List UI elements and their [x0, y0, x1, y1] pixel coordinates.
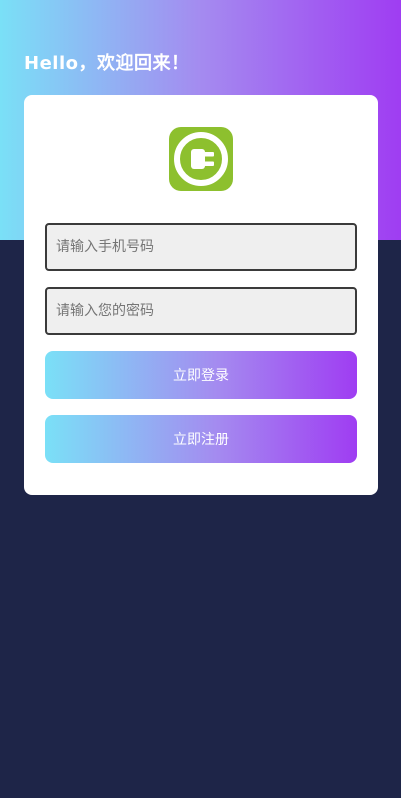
app-logo	[169, 127, 233, 191]
password-input[interactable]	[45, 287, 357, 335]
login-button[interactable]: 立即登录	[45, 351, 357, 399]
plug-icon	[174, 132, 228, 186]
welcome-greeting: Hello，欢迎回来！	[24, 53, 190, 74]
register-button[interactable]: 立即注册	[45, 415, 357, 463]
login-card: 立即登录 立即注册	[24, 95, 378, 495]
phone-number-input[interactable]	[45, 223, 357, 271]
